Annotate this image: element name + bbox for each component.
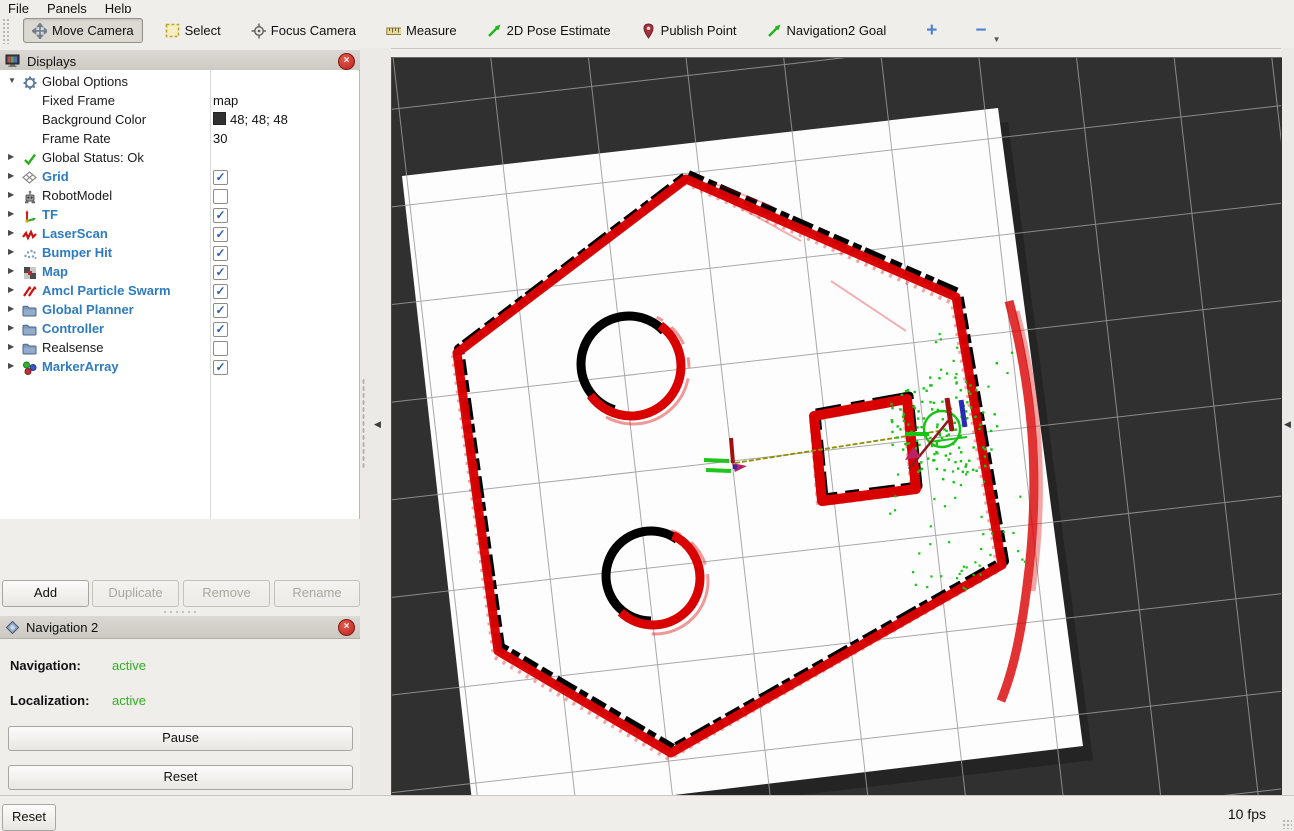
tree-row-global-planner[interactable]: ▶Global Planner✓ <box>0 301 359 320</box>
collapse-left-arrow-icon[interactable]: ◀ <box>374 419 381 430</box>
rviz-window: { "menu": {"items": [{"label":"File"},{"… <box>0 0 1294 830</box>
tool-move-camera[interactable]: Move Camera <box>23 18 143 43</box>
tree-row-markerarray[interactable]: ▶MarkerArray✓ <box>0 358 359 377</box>
menu-file[interactable]: File <box>8 1 29 13</box>
displays-tree: ▼Global OptionsFixed FramemapBackground … <box>0 70 360 519</box>
visibility-checkbox[interactable] <box>213 341 228 356</box>
navigation-status-value: active <box>112 658 146 673</box>
folder-icon <box>22 303 37 318</box>
remove-tool-button[interactable]: −▼ <box>969 20 992 42</box>
rename-button: Rename <box>274 580 360 607</box>
fps-counter: 10 fps <box>1228 806 1266 822</box>
laserscan-icon <box>22 227 37 242</box>
tree-row-robotmodel[interactable]: ▶RobotModel <box>0 187 359 206</box>
tree-row-realsense[interactable]: ▶Realsense <box>0 339 359 358</box>
toolbar-drag-handle[interactable] <box>2 18 9 44</box>
add-tool-button[interactable]: + <box>920 20 943 42</box>
tree-row-global-status[interactable]: ▶Global Status: Ok <box>0 149 359 168</box>
visibility-checkbox[interactable]: ✓ <box>213 208 228 223</box>
move-camera-icon <box>32 23 47 38</box>
tool-2d-pose-estimate[interactable]: 2D Pose Estimate <box>479 19 619 42</box>
navigation-panel-header[interactable]: Navigation 2 × <box>0 616 360 639</box>
resize-grip[interactable] <box>1282 819 1292 829</box>
check-icon <box>22 151 37 166</box>
map-icon <box>22 265 37 280</box>
tool-focus-camera[interactable]: Focus Camera <box>243 19 364 42</box>
visibility-checkbox[interactable]: ✓ <box>213 246 228 261</box>
splitter-dots <box>362 378 365 468</box>
add-button[interactable]: Add <box>2 580 89 607</box>
select-icon <box>165 23 180 38</box>
visibility-checkbox[interactable]: ✓ <box>213 322 228 337</box>
tree-row-fixed-frame[interactable]: Fixed Framemap <box>0 92 359 111</box>
render-viewport[interactable] <box>391 57 1282 796</box>
grid-icon <box>22 170 37 185</box>
right-splitter[interactable]: ◀ <box>1281 48 1294 795</box>
dropdown-arrow-icon: ▼ <box>993 35 1001 44</box>
pose-arrow-icon <box>767 23 782 38</box>
menu-help[interactable]: Help <box>105 1 132 13</box>
navigation-panel-icon <box>5 620 20 635</box>
publish-point-icon <box>641 23 656 38</box>
tf-icon <box>22 208 37 223</box>
displays-panel-icon <box>5 54 21 68</box>
remove-button: Remove <box>183 580 270 607</box>
bumper-icon <box>22 246 37 261</box>
navigation-close-button[interactable]: × <box>338 619 355 636</box>
tool-publish-point[interactable]: Publish Point <box>633 19 745 42</box>
visibility-checkbox[interactable]: ✓ <box>213 360 228 375</box>
amcl-icon <box>22 284 37 299</box>
localization-status-row: Localization: active <box>10 693 89 708</box>
tree-row-amcl-particle-swarm[interactable]: ▶Amcl Particle Swarm✓ <box>0 282 359 301</box>
tool-measure[interactable]: Measure <box>378 19 465 42</box>
left-splitter[interactable]: ◀ <box>360 48 391 795</box>
visibility-checkbox[interactable]: ✓ <box>213 265 228 280</box>
visibility-checkbox[interactable] <box>213 189 228 204</box>
reset-button[interactable]: Reset <box>8 765 353 790</box>
robot-icon <box>22 189 37 204</box>
tree-row-map[interactable]: ▶Map✓ <box>0 263 359 282</box>
localization-status-value: active <box>112 693 146 708</box>
tree-row-frame-rate[interactable]: Frame Rate30 <box>0 130 359 149</box>
visibility-checkbox[interactable]: ✓ <box>213 227 228 242</box>
tool-select[interactable]: Select <box>157 19 229 42</box>
color-swatch <box>213 112 226 125</box>
folder-icon <box>22 322 37 337</box>
panel-splitter-handle[interactable] <box>162 610 198 614</box>
visibility-checkbox[interactable]: ✓ <box>213 170 228 185</box>
displays-close-button[interactable]: × <box>338 53 355 70</box>
visibility-checkbox[interactable]: ✓ <box>213 303 228 318</box>
tree-row-grid[interactable]: ▶Grid✓ <box>0 168 359 187</box>
tree-row-tf[interactable]: ▶TF✓ <box>0 206 359 225</box>
tree-row-background-color[interactable]: Background Color48; 48; 48 <box>0 111 359 130</box>
left-panel: Displays × ▼Global OptionsFixed Framemap… <box>0 48 360 795</box>
displays-panel-title: Displays <box>27 54 76 69</box>
pose-arrow-icon <box>487 23 502 38</box>
navigation-panel-title: Navigation 2 <box>26 620 98 635</box>
marker-array-icon <box>22 360 37 375</box>
pause-button[interactable]: Pause <box>8 726 353 751</box>
toolbar: Move Camera Select Focus Camera Measure 2D P… <box>0 13 1294 49</box>
tree-row-bumper-hit[interactable]: ▶Bumper Hit✓ <box>0 244 359 263</box>
measure-icon <box>386 23 401 38</box>
tree-row-controller[interactable]: ▶Controller✓ <box>0 320 359 339</box>
status-bar: Reset 10 fps <box>0 795 1294 831</box>
focus-camera-icon <box>251 23 266 38</box>
tree-row-laserscan[interactable]: ▶LaserScan✓ <box>0 225 359 244</box>
gear-icon <box>22 75 37 90</box>
menu-panels[interactable]: Panels <box>47 1 87 13</box>
folder-icon <box>22 341 37 356</box>
reset-view-button[interactable]: Reset <box>2 804 56 831</box>
menu-bar: File Panels Help <box>0 0 1294 13</box>
tool-navigation2-goal[interactable]: Navigation2 Goal <box>759 19 895 42</box>
visibility-checkbox[interactable]: ✓ <box>213 284 228 299</box>
collapse-right-arrow-icon[interactable]: ◀ <box>1284 419 1291 430</box>
navigation-status-row: Navigation: active <box>10 658 81 673</box>
tree-row-global-options[interactable]: ▼Global Options <box>0 73 359 92</box>
duplicate-button: Duplicate <box>92 580 179 607</box>
